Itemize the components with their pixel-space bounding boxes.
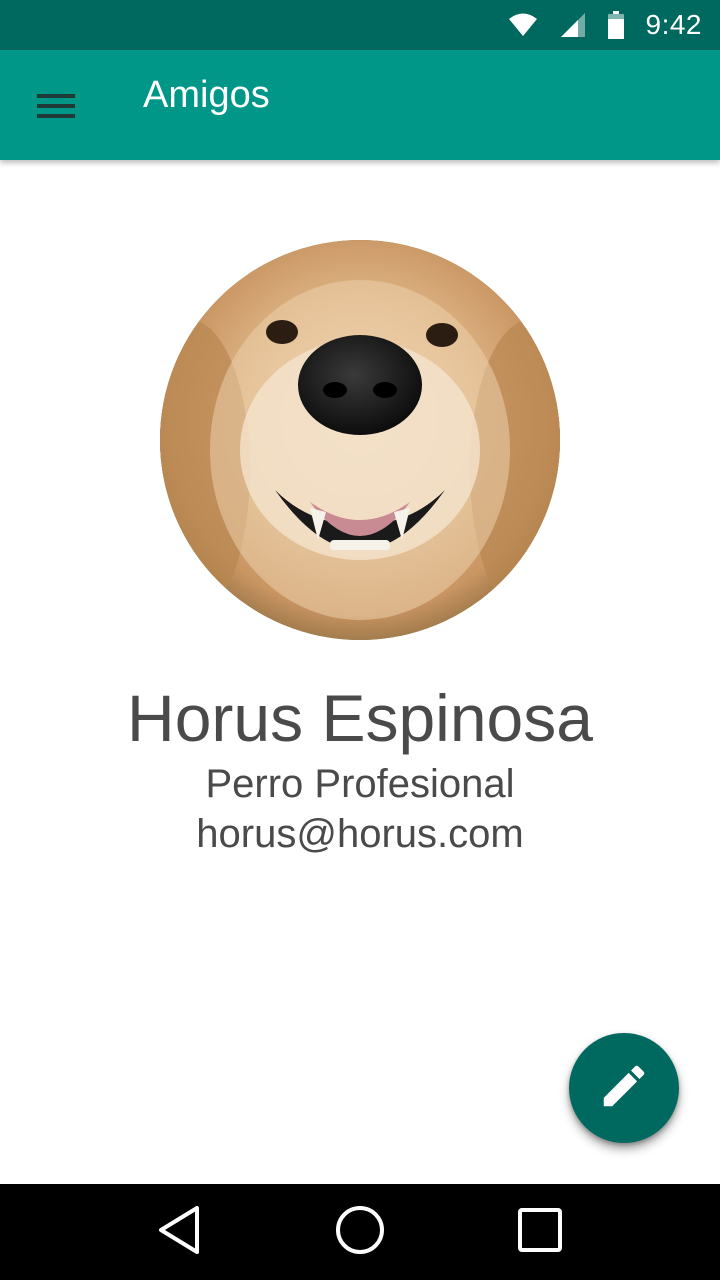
signal-icon [560, 12, 586, 38]
screen: 9:42 Amigos Horus Espinosa Perro Profesi… [0, 0, 720, 1280]
back-icon [157, 1205, 203, 1260]
app-title: Amigos [143, 74, 270, 116]
profile-email: horus@horus.com [196, 812, 524, 856]
nav-recents-button[interactable] [505, 1197, 575, 1267]
edit-pencil-icon [597, 1059, 651, 1118]
dog-photo-avatar [160, 240, 560, 640]
nav-home-button[interactable] [325, 1197, 395, 1267]
status-time: 9:42 [645, 9, 702, 40]
recents-icon [517, 1207, 563, 1258]
wifi-icon [508, 13, 538, 37]
menu-button[interactable] [22, 78, 92, 138]
home-icon [334, 1204, 386, 1261]
profile-name: Horus Espinosa [127, 681, 593, 755]
profile-role: Perro Profesional [205, 762, 515, 806]
nav-back-button[interactable] [145, 1197, 215, 1267]
hamburger-menu-icon [37, 92, 77, 125]
edit-fab-button[interactable] [569, 1033, 679, 1143]
system-nav-bar [0, 1184, 720, 1280]
app-bar: Amigos [0, 50, 720, 160]
battery-icon [607, 11, 624, 39]
status-bar: 9:42 [0, 0, 720, 50]
